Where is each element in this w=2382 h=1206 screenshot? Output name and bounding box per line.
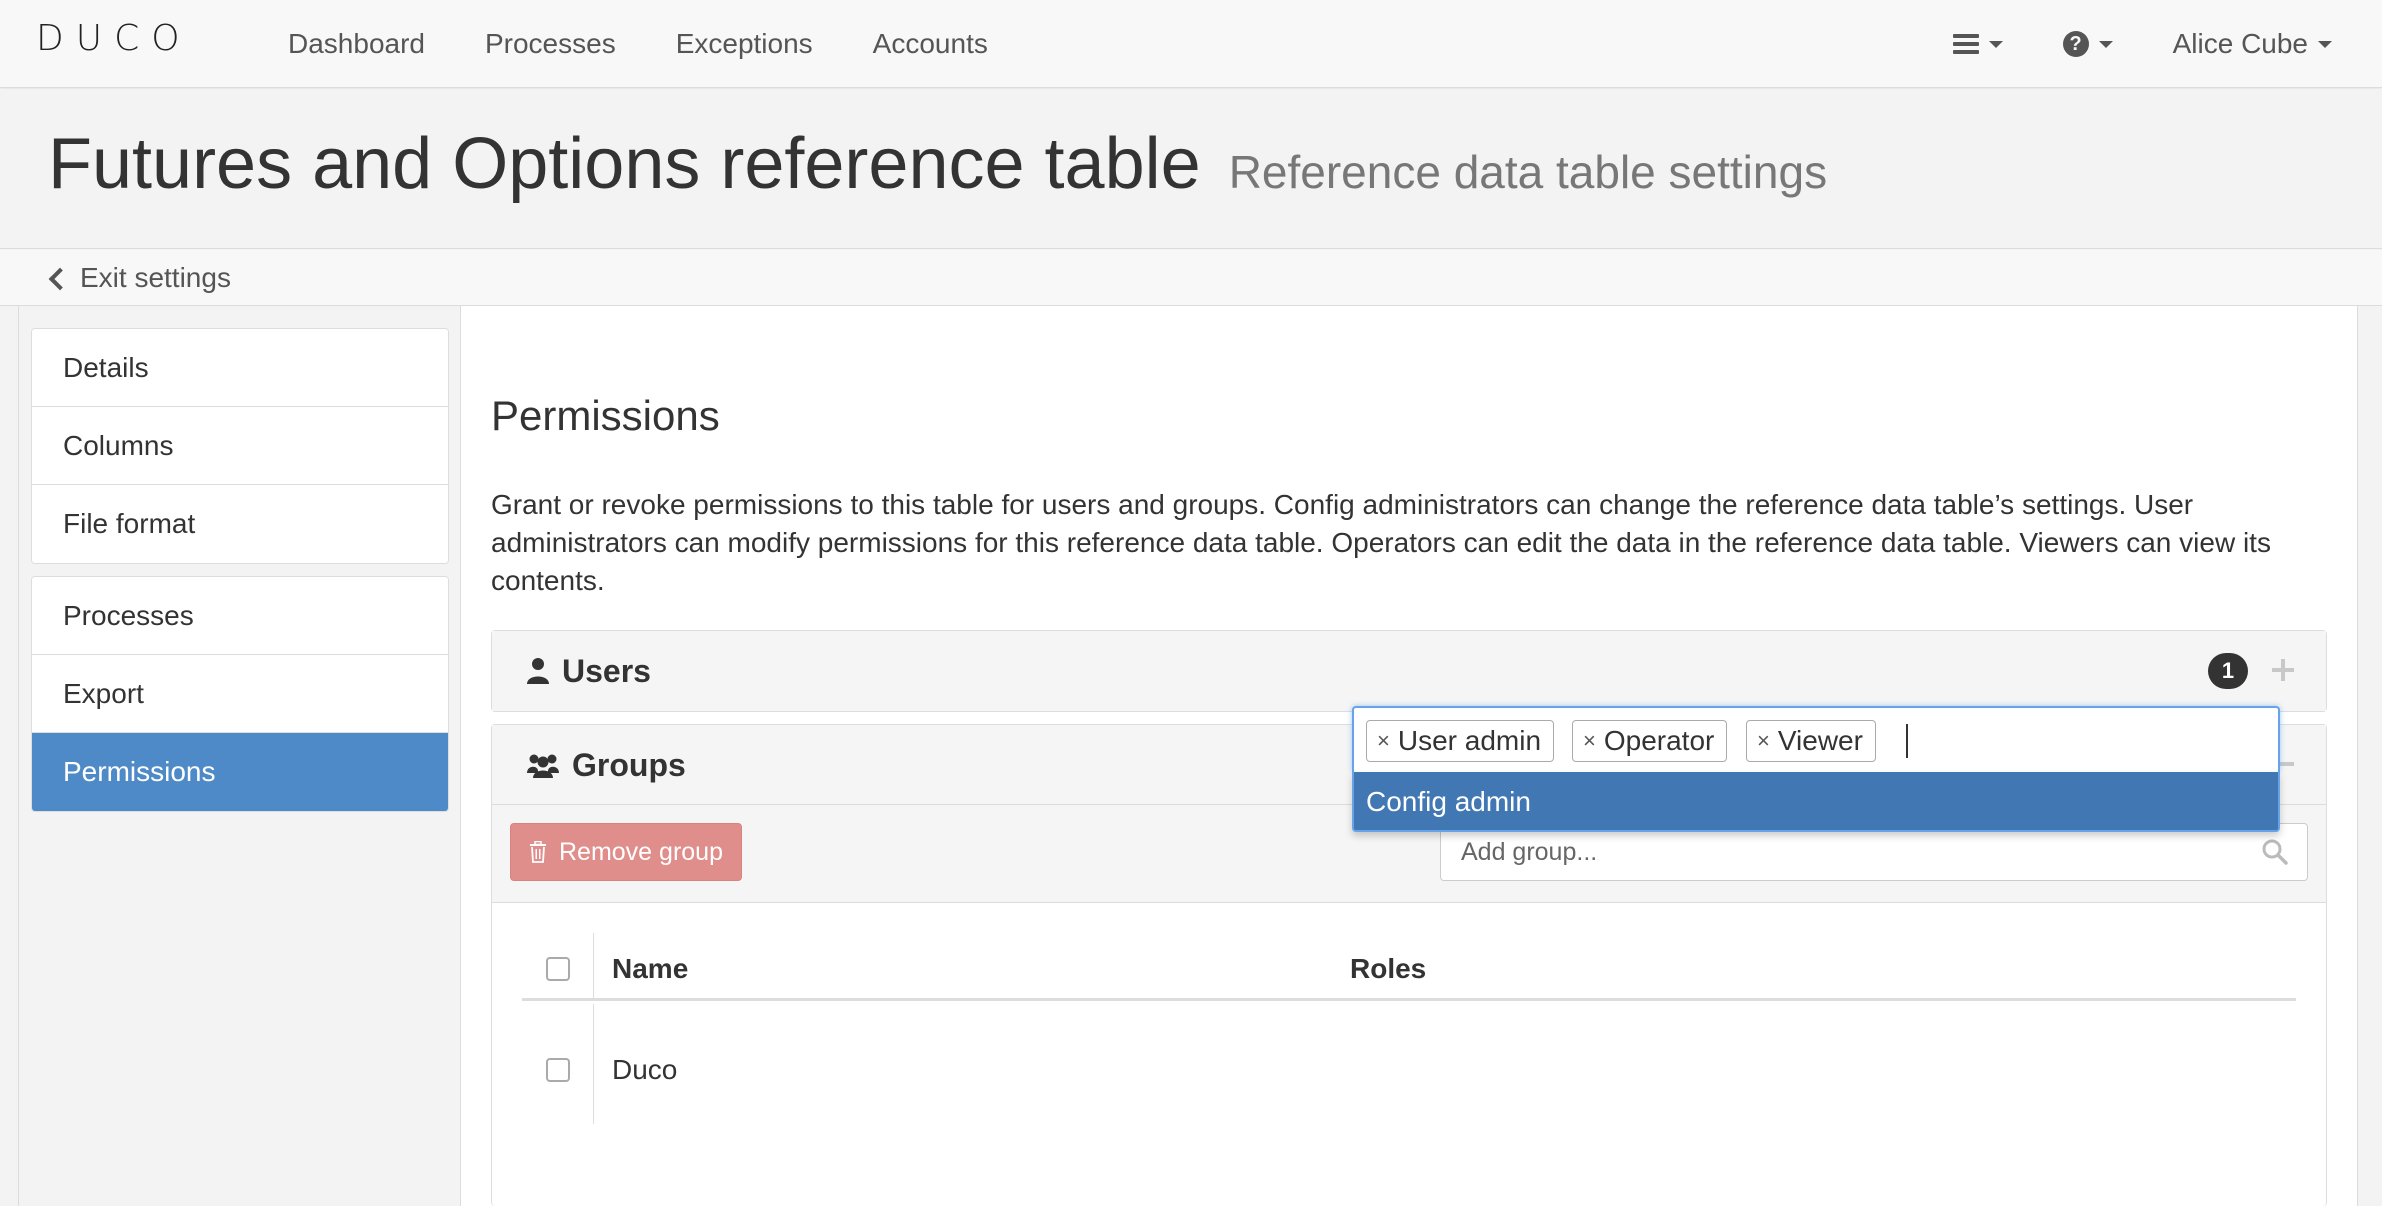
exit-settings-bar: Exit settings [0,250,2382,306]
page-subtitle: Reference data table settings [1228,146,1828,198]
section-title: Permissions [491,392,720,439]
page-title-text: Futures and Options reference table [48,124,1201,204]
nav-link-dashboard[interactable]: Dashboard [288,28,425,60]
group-name: Duco [612,1054,678,1085]
sidebar-item-details[interactable]: Details [32,329,448,407]
remove-group-button[interactable]: Remove group [510,823,742,881]
sidebar-item-file-format[interactable]: File format [32,485,448,563]
navbar-right: ? Alice Cube [1893,0,2332,88]
role-tag-operator: × Operator [1572,720,1728,762]
top-navbar: DUCO Dashboard Processes Exceptions Acco… [0,0,2382,88]
question-circle-icon: ? [2062,31,2089,57]
users-panel-label: Users [562,652,651,689]
users-count-badge: 1 [2208,653,2248,689]
column-header-roles: Roles [1350,953,1427,984]
user-icon [526,657,550,685]
trash-icon [529,841,547,863]
page-title: Futures and Options reference table Refe… [48,123,1827,205]
users-panel-title: Users [526,631,651,711]
text-cursor [1906,724,1908,758]
header-check-cell [522,933,594,998]
column-header-name: Name [612,953,689,984]
nav-link-exceptions[interactable]: Exceptions [676,28,813,60]
table-row: Duco [522,1004,2296,1124]
role-tag-label: User admin [1397,725,1542,756]
groups-panel-title: Groups [526,725,686,805]
sidebar-item-permissions[interactable]: Permissions [32,733,448,811]
users-icon [526,751,560,779]
sidebar-item-export[interactable]: Export [32,655,448,733]
row-check-cell [522,1004,594,1124]
user-dropdown[interactable]: Alice Cube [2173,28,2332,60]
users-panel-heading[interactable]: Users 1 [492,631,2326,711]
page-header: Futures and Options reference table Refe… [0,89,2382,249]
search-icon [2261,838,2289,871]
caret-down-icon [1988,40,2003,48]
main-nav: Dashboard Processes Exceptions Accounts [288,0,1048,88]
settings-sidebar: Details Columns File format Processes Ex… [19,306,461,1206]
caret-down-icon [2098,40,2113,48]
sidebar-group-other: Processes Export Permissions [31,576,449,812]
select-all-checkbox[interactable] [546,957,570,981]
exit-settings-label: Exit settings [80,262,231,293]
duco-logo[interactable]: DUCO [36,18,192,59]
caret-down-icon [2318,40,2332,48]
role-tag-label: Viewer [1777,725,1863,756]
nav-link-processes[interactable]: Processes [485,28,616,60]
remove-group-label: Remove group [559,837,723,866]
section-description: Grant or revoke permissions to this tabl… [491,489,2271,596]
menu-dropdown[interactable] [1952,34,2003,54]
groups-table: Name Roles Duco [492,903,2326,1203]
remove-role-icon[interactable]: × [1583,728,1596,754]
hamburger-icon [1952,34,1979,54]
roles-multiselect: × User admin × Operator × Viewer Config … [1352,706,2280,836]
sidebar-item-processes[interactable]: Processes [32,577,448,655]
help-dropdown[interactable]: ? [2062,31,2113,57]
remove-role-icon[interactable]: × [1377,728,1390,754]
nav-link-accounts[interactable]: Accounts [873,28,988,60]
exit-settings-link[interactable]: Exit settings [48,262,231,294]
row-checkbox[interactable] [546,1058,570,1082]
sidebar-group-table: Details Columns File format [31,328,449,564]
groups-panel-label: Groups [572,746,686,783]
roles-input-box[interactable]: × User admin × Operator × Viewer [1352,706,2280,772]
role-tag-label: Operator [1603,725,1715,756]
users-panel: Users 1 [491,630,2327,712]
user-name: Alice Cube [2172,28,2308,59]
role-tag-user-admin: × User admin [1366,720,1555,762]
table-header-row: Name Roles [522,933,2296,1001]
remove-role-icon[interactable]: × [1757,728,1770,754]
role-option-config-admin[interactable]: Config admin [1352,772,2280,832]
sidebar-item-columns[interactable]: Columns [32,407,448,485]
role-tag-viewer: × Viewer [1746,720,1876,762]
chevron-left-icon [48,267,72,291]
add-user-icon[interactable] [2268,655,2298,685]
